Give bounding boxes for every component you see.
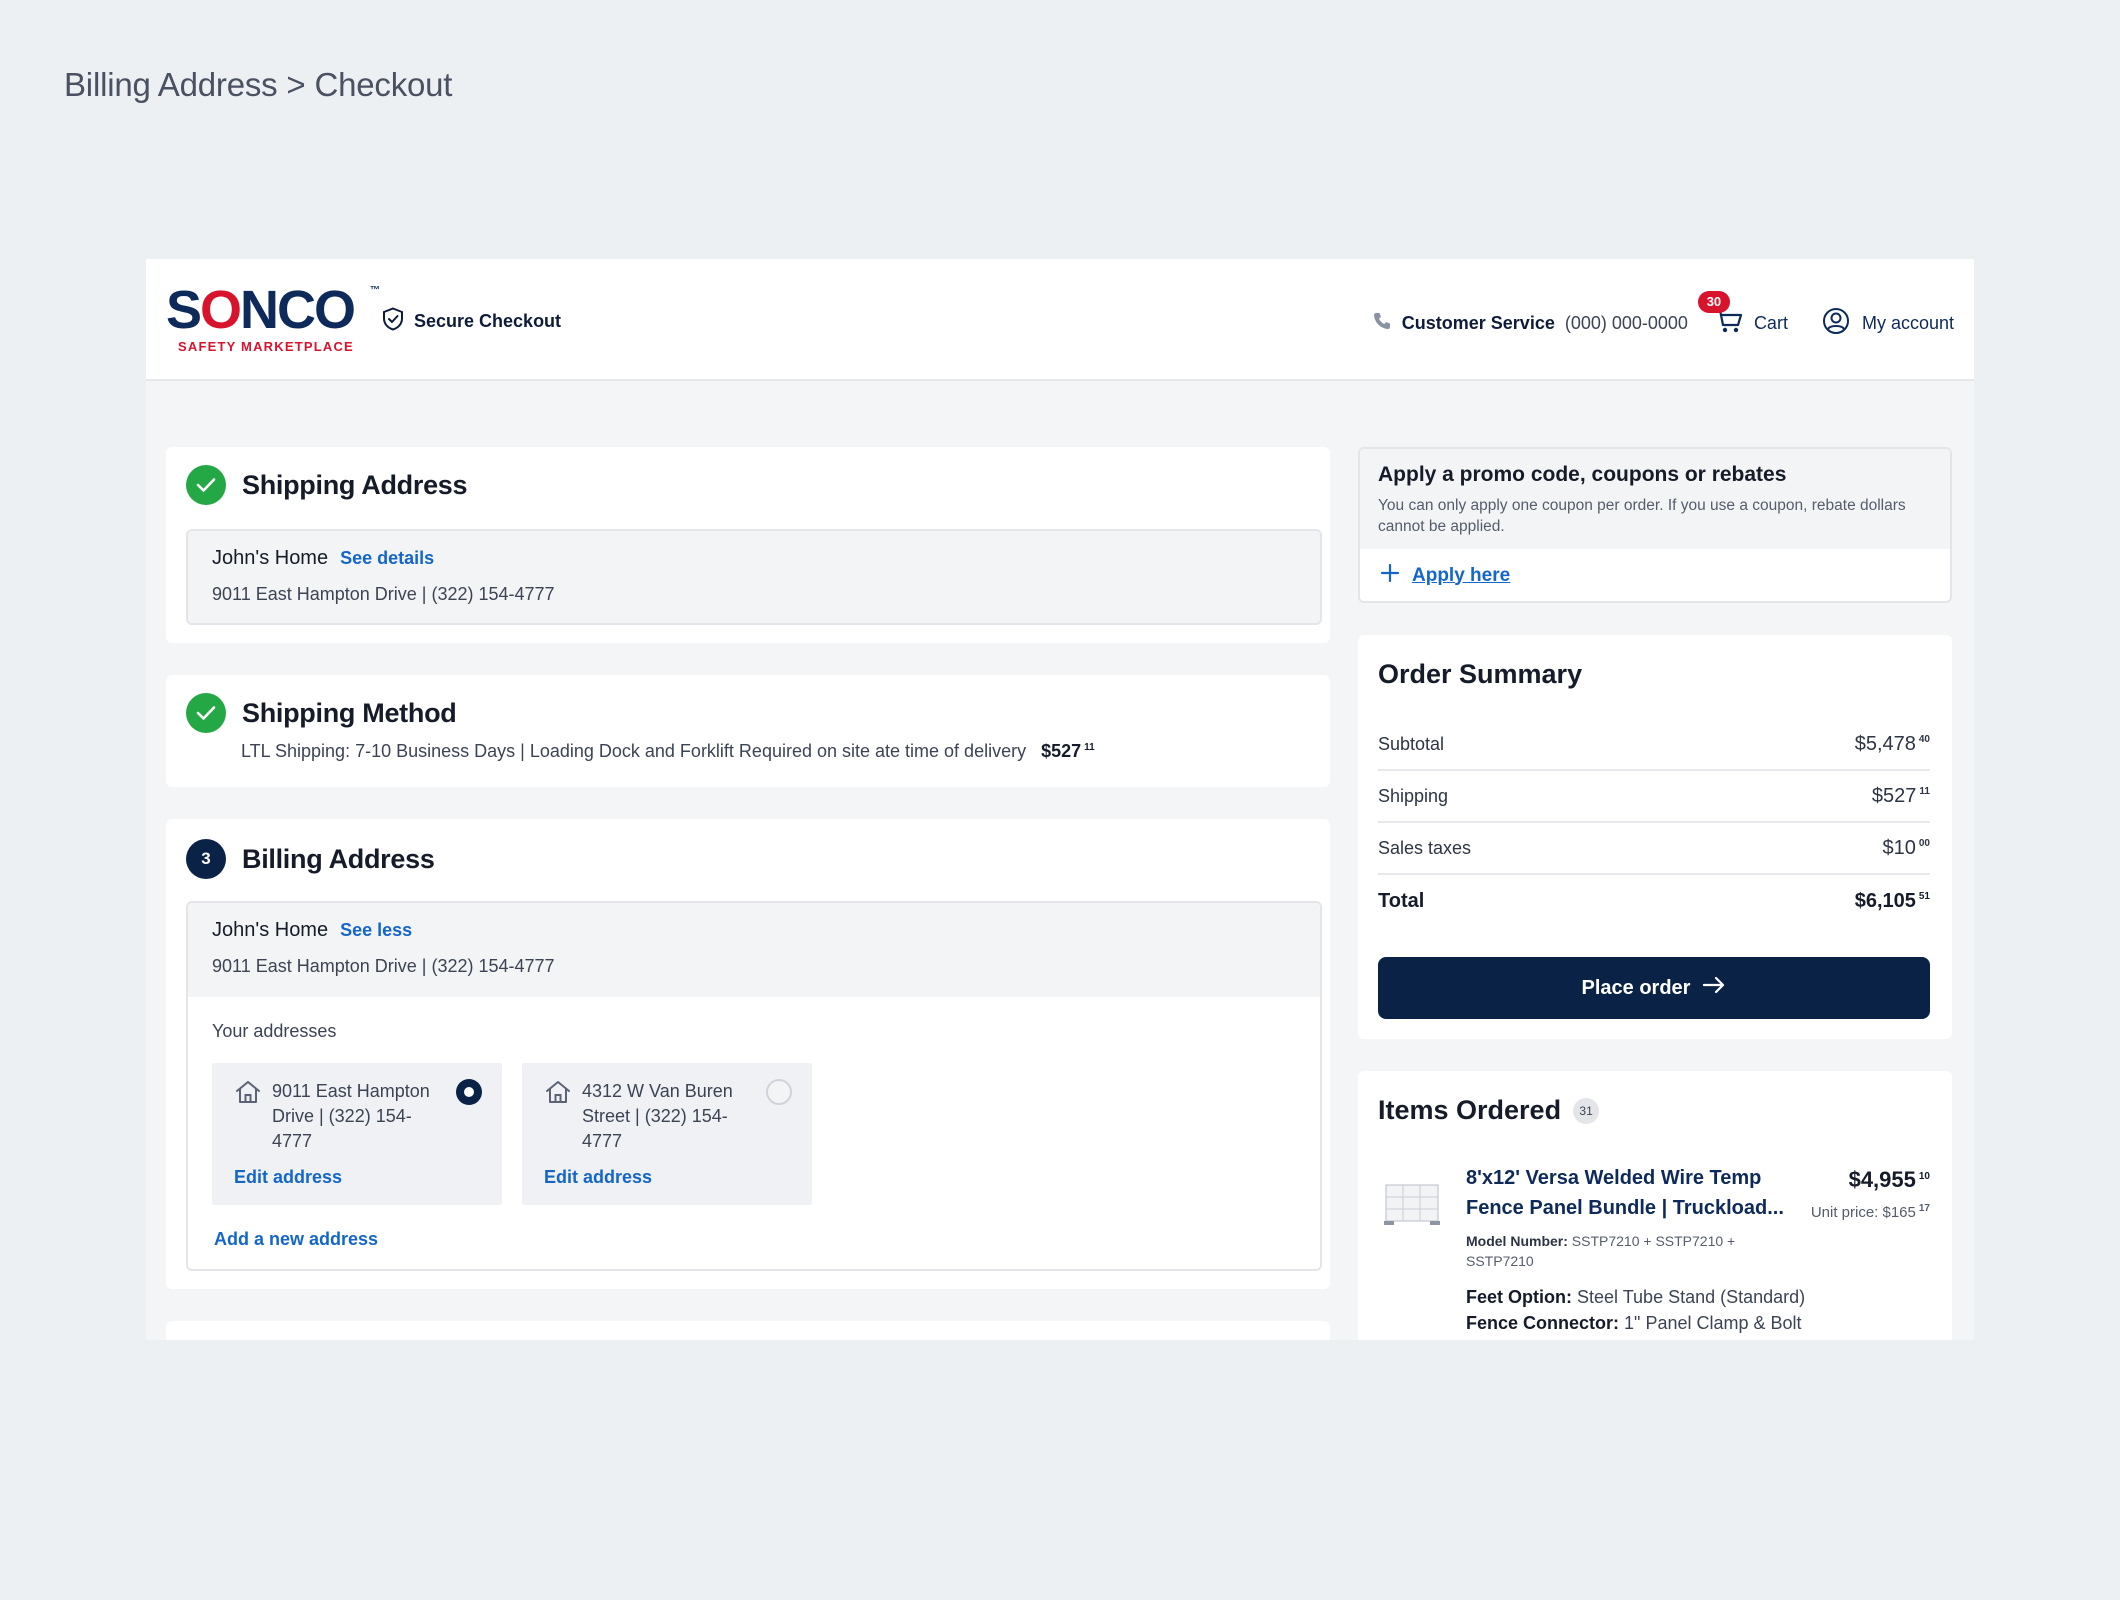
summary-value: $5,478 40 xyxy=(1854,732,1930,755)
phone-icon xyxy=(1372,311,1392,336)
address-name: John's Home xyxy=(212,547,329,569)
plus-icon xyxy=(1380,563,1400,588)
items-ordered-title: Items Ordered xyxy=(1378,1095,1562,1125)
add-new-address-link[interactable]: Add a new address xyxy=(214,1229,378,1250)
summary-value: $6,105 51 xyxy=(1854,889,1930,912)
billing-address-panel: John's Home See less 9011 East Hampton Dr… xyxy=(186,901,1322,1271)
cart-label: Cart xyxy=(1753,313,1788,333)
summary-row-shipping: Shipping $527 11 xyxy=(1378,771,1930,823)
see-less-link[interactable]: See less xyxy=(340,920,412,940)
address-option-text: 4312 W Van Buren Street | (322) 154-4777 xyxy=(582,1081,733,1151)
shipping-address-header: Shipping Address xyxy=(186,465,468,505)
items-count-badge: 31 xyxy=(1573,1097,1600,1124)
billing-address-header: 3 Billing Address xyxy=(186,839,435,879)
breadcrumb: Billing Address > Checkout xyxy=(64,66,453,103)
billing-address-section: 3 Billing Address John's Home See less 90… xyxy=(166,819,1330,1289)
radio-unselected[interactable] xyxy=(766,1079,792,1105)
shipping-method-price: $527 11 xyxy=(1041,741,1095,761)
unit-price: Unit price: $165 17 xyxy=(1810,1203,1930,1221)
edit-address-link[interactable]: Edit address xyxy=(234,1167,342,1188)
customer-service[interactable]: Customer Service (000) 000-0000 xyxy=(1372,311,1688,336)
step-number-badge: 3 xyxy=(186,839,226,879)
address-line: 9011 East Hampton Drive | (322) 154-4777 xyxy=(212,956,555,976)
product-name-link[interactable]: 8'x12' Versa Welded Wire Temp Fence Pane… xyxy=(1466,1163,1791,1223)
shipping-method-detail: LTL Shipping: 7-10 Business Days | Loadi… xyxy=(241,741,1095,762)
summary-label: Sales taxes xyxy=(1378,837,1472,858)
shipping-method-section: Shipping Method LTL Shipping: 7-10 Busin… xyxy=(166,675,1330,787)
logo-trademark: ™ xyxy=(370,285,380,296)
logo-wordmark: SONCO xyxy=(166,280,356,340)
your-addresses-label: Your addresses xyxy=(212,1021,337,1041)
shipping-address-section: Shipping Address John's Home See details … xyxy=(166,447,1330,643)
apply-promo-row: Apply here xyxy=(1360,549,1950,601)
summary-row-total: Total $6,105 51 xyxy=(1378,875,1930,927)
place-order-button[interactable]: Place order xyxy=(1378,957,1930,1019)
my-account-label: My account xyxy=(1861,313,1954,333)
sonco-logo[interactable]: SONCO ™ SAFETY MARKETPLACE xyxy=(166,280,380,354)
address-option[interactable]: 9011 East Hampton Drive | (322) 154-4777… xyxy=(212,1063,502,1205)
items-ordered-header: Items Ordered 31 xyxy=(1378,1095,1600,1126)
logo-tagline: SAFETY MARKETPLACE xyxy=(178,339,354,354)
checkmark-icon xyxy=(186,693,226,733)
secure-checkout-label: Secure Checkout xyxy=(414,311,562,331)
customer-service-label: Customer Service xyxy=(1401,313,1555,333)
promo-title: Apply a promo code, coupons or rebates xyxy=(1378,463,1787,486)
address-option-text: 9011 East Hampton Drive | (322) 154-4777 xyxy=(272,1081,430,1151)
order-summary: Order Summary Subtotal $5,478 40 Shipping… xyxy=(1358,635,1952,1039)
order-summary-title: Order Summary xyxy=(1378,659,1583,689)
address-name: John's Home xyxy=(212,919,329,941)
summary-value: $527 11 xyxy=(1871,784,1930,807)
address-option[interactable]: 4312 W Van Buren Street | (322) 154-4777… xyxy=(522,1063,812,1205)
promo-info: Apply a promo code, coupons or rebates Y… xyxy=(1360,449,1950,549)
next-section xyxy=(166,1321,1330,1340)
cart-link[interactable]: 30 Cart xyxy=(1697,291,1788,340)
shipping-address-summary: John's Home See details 9011 East Hampton… xyxy=(186,529,1322,625)
promo-description: You can only apply one coupon per order.… xyxy=(1378,497,1906,535)
billing-address-title: Billing Address xyxy=(242,843,435,874)
house-icon xyxy=(544,1079,572,1110)
billing-address-summary: John's Home See less 9011 East Hampton Dr… xyxy=(188,903,1320,997)
product-price: $4,955 10 xyxy=(1848,1167,1930,1192)
radio-selected[interactable] xyxy=(456,1079,482,1105)
checkmark-icon xyxy=(186,465,226,505)
feet-option: Feet Option: Steel Tube Stand (Standard) xyxy=(1466,1287,1806,1307)
product-thumbnail[interactable] xyxy=(1380,1175,1444,1231)
summary-row-taxes: Sales taxes $10 00 xyxy=(1378,823,1930,875)
shipping-method-description: LTL Shipping: 7-10 Business Days | Loadi… xyxy=(241,741,1027,761)
address-line: 9011 East Hampton Drive | (322) 154-4777 xyxy=(212,584,555,604)
place-order-label: Place order xyxy=(1581,976,1691,999)
header-actions: Customer Service (000) 000-0000 30 Cart … xyxy=(1372,291,1954,340)
customer-service-phone: (000) 000-0000 xyxy=(1564,313,1688,333)
shipping-address-title: Shipping Address xyxy=(242,469,468,500)
summary-row-subtotal: Subtotal $5,478 40 xyxy=(1378,719,1930,771)
my-account-link[interactable]: My account xyxy=(1822,307,1954,340)
apply-here-link[interactable]: Apply here xyxy=(1412,565,1510,587)
summary-label: Total xyxy=(1378,889,1425,912)
shield-check-icon xyxy=(382,307,404,336)
items-ordered: Items Ordered 31 8'x12' Versa Welded Wir… xyxy=(1358,1071,1952,1340)
shipping-method-header: Shipping Method xyxy=(186,693,457,733)
model-number: Model Number: SSTP7210 + SSTP7210 + SSTP… xyxy=(1466,1233,1736,1269)
summary-label: Shipping xyxy=(1378,785,1449,806)
cart-count-badge: 30 xyxy=(1697,291,1730,313)
checkout-page: SONCO ™ SAFETY MARKETPLACE Secure Checko… xyxy=(146,259,1974,1340)
shipping-method-title: Shipping Method xyxy=(242,697,457,728)
house-icon xyxy=(234,1079,262,1110)
fence-connector-option: Fence Connector: 1" Panel Clamp & Bolt xyxy=(1466,1313,1802,1333)
summary-value: $10 00 xyxy=(1882,836,1931,859)
summary-label: Subtotal xyxy=(1378,733,1445,754)
promo-section: Apply a promo code, coupons or rebates Y… xyxy=(1358,447,1952,603)
user-circle-icon xyxy=(1822,307,1850,340)
site-header: SONCO ™ SAFETY MARKETPLACE Secure Checko… xyxy=(146,259,1974,381)
arrow-right-icon xyxy=(1702,975,1726,1001)
edit-address-link[interactable]: Edit address xyxy=(544,1167,652,1188)
see-details-link[interactable]: See details xyxy=(340,548,434,568)
secure-checkout-badge: Secure Checkout xyxy=(382,307,561,336)
